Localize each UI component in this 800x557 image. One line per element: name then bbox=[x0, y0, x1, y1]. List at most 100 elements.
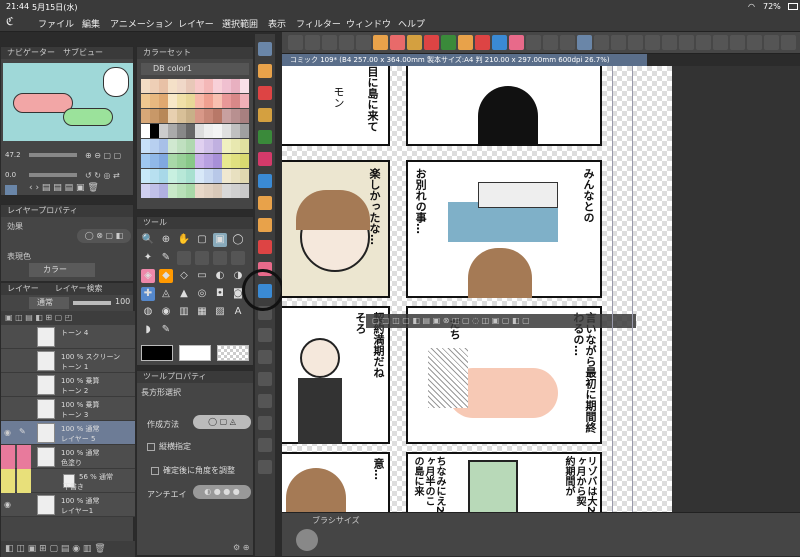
color-swatch[interactable] bbox=[231, 169, 240, 183]
angle-value[interactable]: 0.0 bbox=[5, 171, 16, 179]
vertical-tool-icon[interactable] bbox=[258, 240, 272, 254]
sub-color-swatch[interactable] bbox=[179, 345, 211, 361]
color-swatch[interactable] bbox=[150, 109, 159, 123]
color-swatch[interactable] bbox=[186, 94, 195, 108]
tab-layer-search[interactable]: レイヤー検索 bbox=[55, 284, 103, 293]
effect-buttons[interactable]: ◯ ⊗ ▢ ◧ bbox=[77, 229, 131, 243]
color-swatch[interactable] bbox=[168, 94, 177, 108]
color-swatch[interactable] bbox=[141, 184, 150, 198]
color-swatch[interactable] bbox=[141, 154, 150, 168]
layer-row[interactable]: 100 % 乗算 トーン 3 bbox=[1, 397, 135, 421]
tool-icon[interactable] bbox=[195, 251, 209, 265]
layer-row[interactable]: 100 % 乗算 トーン 2 bbox=[1, 373, 135, 397]
tool-icon[interactable]: ◇ bbox=[177, 269, 191, 283]
color-swatch[interactable] bbox=[159, 94, 168, 108]
toolbar-icon[interactable] bbox=[441, 35, 456, 50]
colorset-select[interactable]: DB color1 bbox=[141, 63, 249, 75]
color-swatch[interactable] bbox=[240, 124, 249, 138]
color-swatch[interactable] bbox=[231, 109, 240, 123]
toolbar-icon[interactable] bbox=[407, 35, 422, 50]
layer-tool-row[interactable]: ▣ ◫ ▤ ◧ ⊞ ▢ ◰ bbox=[1, 311, 135, 325]
color-swatch[interactable] bbox=[159, 109, 168, 123]
color-swatch[interactable] bbox=[150, 94, 159, 108]
color-swatch[interactable] bbox=[204, 184, 213, 198]
layer-row[interactable]: 56 % 通常 下書き bbox=[1, 469, 135, 493]
toolbar-icon[interactable] bbox=[713, 35, 728, 50]
color-swatch[interactable] bbox=[195, 154, 204, 168]
color-swatch[interactable] bbox=[222, 79, 231, 93]
vertical-tool-icon[interactable] bbox=[258, 64, 272, 78]
color-swatch[interactable] bbox=[204, 109, 213, 123]
color-swatch[interactable] bbox=[168, 154, 177, 168]
color-swatch[interactable] bbox=[231, 154, 240, 168]
zoom-value[interactable]: 47.2 bbox=[5, 151, 21, 159]
color-swatch[interactable] bbox=[240, 169, 249, 183]
color-swatch[interactable] bbox=[159, 139, 168, 153]
color-swatch[interactable] bbox=[177, 184, 186, 198]
color-swatch[interactable] bbox=[177, 109, 186, 123]
color-swatch[interactable] bbox=[195, 109, 204, 123]
nav-arrow-buttons[interactable]: ‹ › ▤ ▤ ▤ ▣ 🗑 bbox=[29, 183, 99, 193]
toolbar-icon[interactable] bbox=[390, 35, 405, 50]
antialias-buttons[interactable]: ◐ ● ● ● bbox=[193, 485, 251, 499]
toolbar-icon[interactable] bbox=[611, 35, 626, 50]
color-swatch[interactable] bbox=[177, 79, 186, 93]
layer-row[interactable]: 100 % 通常 色塗り bbox=[1, 445, 135, 469]
menu-window[interactable]: ウィンドウ bbox=[346, 17, 391, 30]
toolbar-icon[interactable] bbox=[628, 35, 643, 50]
color-swatch[interactable] bbox=[141, 124, 150, 138]
color-swatch[interactable] bbox=[204, 139, 213, 153]
color-swatch[interactable] bbox=[195, 169, 204, 183]
menu-filter[interactable]: フィルター bbox=[296, 17, 341, 30]
color-swatch[interactable] bbox=[213, 124, 222, 138]
color-swatch[interactable] bbox=[213, 94, 222, 108]
colorset-swatches[interactable] bbox=[141, 79, 249, 205]
color-swatch[interactable] bbox=[177, 94, 186, 108]
navigator-preview[interactable] bbox=[3, 63, 133, 141]
vertical-tool-icon[interactable] bbox=[258, 328, 272, 342]
toolbar-icon[interactable] bbox=[781, 35, 796, 50]
menu-file[interactable]: ファイル bbox=[38, 17, 74, 30]
layer-row[interactable]: トーン 4 bbox=[1, 325, 135, 349]
selection-launcher-bar[interactable]: ▢ ▢ ◫ ▢ ◧ ▤ ▣ ⊗ ◫ ▢ ◌ ◫ ▣ ▢ ◧ ▢ bbox=[366, 314, 636, 328]
tool-icon[interactable]: ◯ bbox=[231, 233, 245, 247]
tool-icon[interactable]: ✚ bbox=[141, 287, 155, 301]
color-swatch[interactable] bbox=[222, 139, 231, 153]
toolbar-icon[interactable] bbox=[509, 35, 524, 50]
vertical-tool-icon[interactable] bbox=[258, 42, 272, 56]
color-swatch[interactable] bbox=[213, 169, 222, 183]
tab-layer[interactable]: レイヤー bbox=[7, 284, 39, 293]
layer-row-selected[interactable]: ◉ ✎ 100 % 通常 レイヤー 5 bbox=[1, 421, 135, 445]
tool-icon[interactable]: A bbox=[231, 305, 245, 319]
color-swatch[interactable] bbox=[204, 169, 213, 183]
color-swatch[interactable] bbox=[195, 94, 204, 108]
toolbar-icon[interactable] bbox=[288, 35, 303, 50]
tool-icon[interactable]: ◘ bbox=[213, 287, 227, 301]
color-swatch[interactable] bbox=[231, 139, 240, 153]
tool-icon[interactable]: ✎ bbox=[159, 323, 173, 337]
color-swatch[interactable] bbox=[231, 79, 240, 93]
toolbar-icon[interactable] bbox=[543, 35, 558, 50]
tool-icon[interactable]: ◍ bbox=[141, 305, 155, 319]
toolbar-icon[interactable] bbox=[645, 35, 660, 50]
color-swatch[interactable] bbox=[222, 94, 231, 108]
color-swatch[interactable] bbox=[213, 109, 222, 123]
vertical-tool-icon[interactable] bbox=[258, 130, 272, 144]
tool-icon[interactable]: 🔍 bbox=[141, 233, 155, 247]
color-swatch[interactable] bbox=[141, 94, 150, 108]
toolbar-icon[interactable] bbox=[662, 35, 677, 50]
color-swatch[interactable] bbox=[240, 139, 249, 153]
menu-edit[interactable]: 編集 bbox=[82, 17, 100, 30]
color-swatch[interactable] bbox=[150, 124, 159, 138]
color-swatch[interactable] bbox=[195, 79, 204, 93]
color-swatch[interactable] bbox=[213, 139, 222, 153]
color-swatch[interactable] bbox=[141, 109, 150, 123]
color-swatch[interactable] bbox=[150, 139, 159, 153]
color-swatch[interactable] bbox=[213, 184, 222, 198]
color-swatch[interactable] bbox=[159, 154, 168, 168]
color-mode-select[interactable]: カラー bbox=[29, 263, 95, 277]
color-swatch[interactable] bbox=[186, 79, 195, 93]
color-swatch[interactable] bbox=[222, 124, 231, 138]
tool-icon[interactable]: ◎ bbox=[195, 287, 209, 301]
color-swatch[interactable] bbox=[204, 154, 213, 168]
